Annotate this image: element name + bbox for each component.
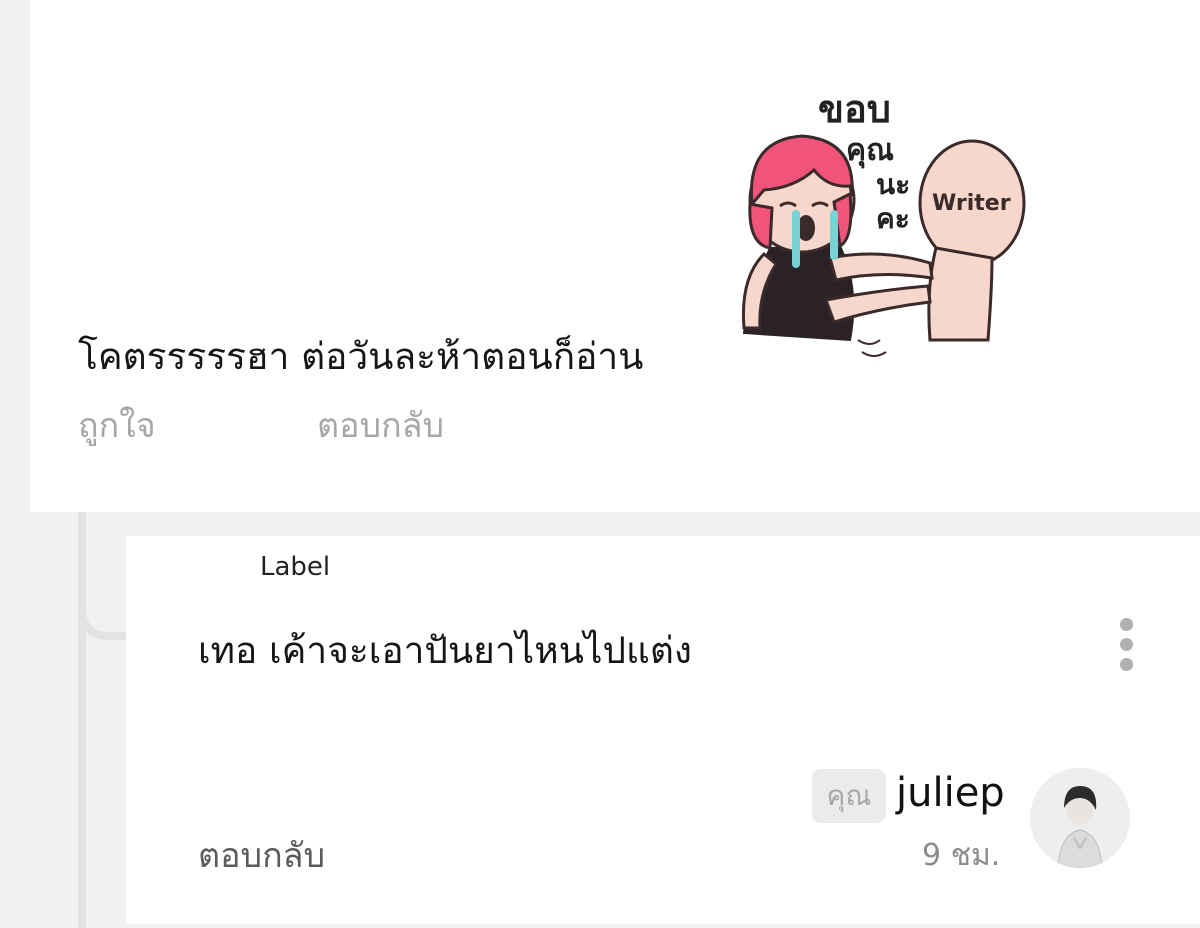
svg-text:นะ: นะ [876,168,910,201]
comment-text: โคตรรรรรฮา ต่อวันละห้าตอนก็อ่าน [78,335,644,378]
reply-username[interactable]: juliep [896,770,1005,816]
page-gutter [0,0,30,512]
reply-text: เทอ เค้าจะเอาปันยาไหนไปแต่ง [198,629,692,672]
you-badge: คุณ [812,769,886,823]
comment-card: ขอบ คุณ นะ คะ Writer โคตรรรรรฮา ต่อวันละ… [30,0,1200,512]
reply-button[interactable]: ตอบกลับ [317,398,444,452]
reply-button-secondary[interactable]: ตอบกลับ [198,828,325,882]
thank-you-sticker: ขอบ คุณ นะ คะ Writer [730,78,1030,368]
reply-label: Label [260,552,331,582]
svg-text:คุณ: คุณ [846,133,894,169]
reply-card: Label เทอ เค้าจะเอาปันยาไหนไปแต่ง คุณ ju… [126,536,1200,924]
reply-timestamp: 9 ชม. [922,838,1001,873]
more-vertical-icon[interactable] [1114,618,1138,674]
svg-text:คะ: คะ [876,202,910,235]
avatar[interactable] [1030,768,1130,868]
svg-text:ขอบ: ขอบ [818,87,891,131]
like-button[interactable]: ถูกใจ [78,398,156,452]
svg-text:Writer: Writer [932,191,1011,216]
thread-connector-curve [78,560,126,640]
